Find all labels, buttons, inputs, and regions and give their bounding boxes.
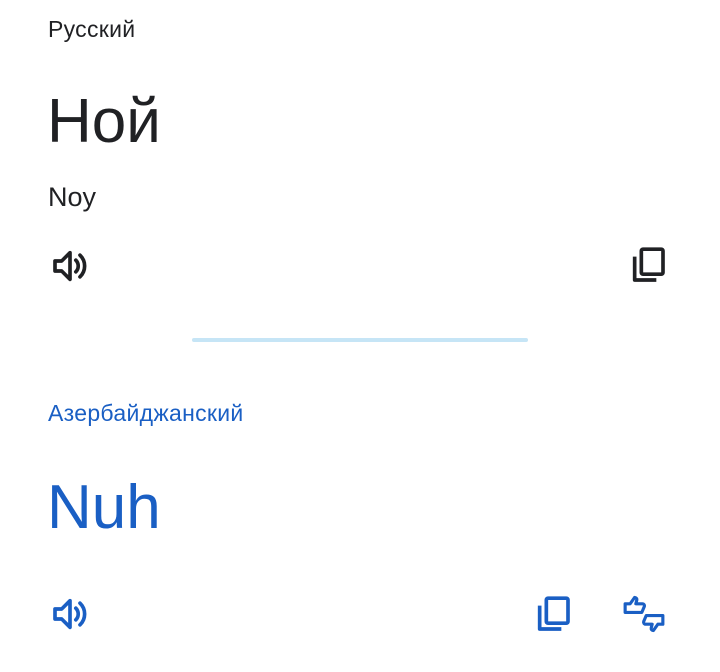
target-listen-button[interactable] [48,592,92,636]
source-copy-button[interactable] [626,243,670,287]
copy-icon [632,247,665,282]
target-copy-button[interactable] [531,592,575,636]
source-transliteration: Noy [48,182,97,212]
section-divider [192,338,528,342]
copy-icon [537,596,570,631]
target-text: Nuh [47,473,161,542]
speaker-icon [53,598,87,630]
thumbs-up-down-icon [623,595,665,633]
target-language-label: Азербайджанский [48,400,244,426]
source-listen-button[interactable] [48,244,92,288]
target-rate-translation-button[interactable] [622,592,666,636]
speaker-icon [53,250,87,282]
source-text: Ной [47,87,161,156]
source-language-label: Русский [48,16,136,42]
translation-result-panel: Русский Ной Noy Азербайджанский Nuh [0,0,720,672]
